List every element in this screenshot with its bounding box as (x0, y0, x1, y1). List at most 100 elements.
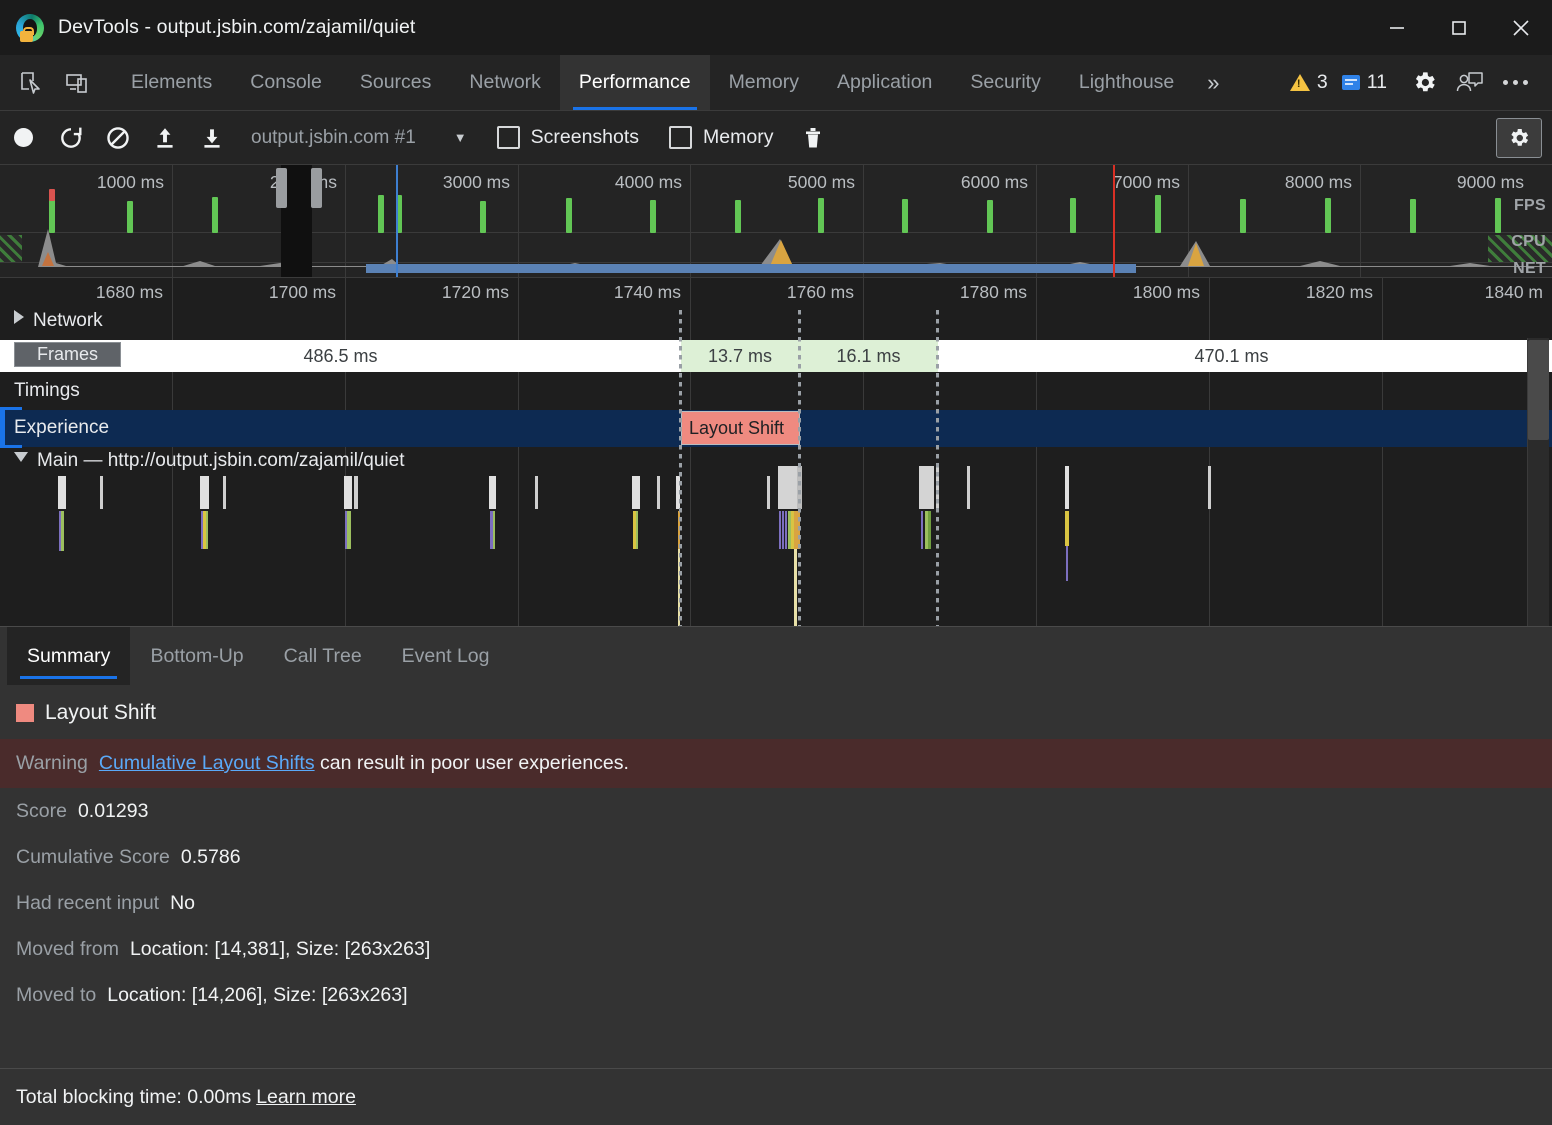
screenshots-checkbox[interactable]: Screenshots (497, 126, 639, 149)
overview-row-label-net: NET (1513, 260, 1546, 278)
dropdown-caret-icon[interactable]: ▼ (454, 130, 467, 145)
save-profile-download-icon[interactable] (188, 111, 235, 164)
tab-network[interactable]: Network (450, 55, 560, 110)
collapse-triangle-icon[interactable] (14, 452, 28, 462)
record-circle-icon[interactable] (0, 111, 47, 164)
gear-icon (1496, 118, 1542, 158)
chevron-double-right-icon[interactable]: » (1193, 55, 1233, 110)
ruler-tick: 1800 ms (1133, 282, 1209, 303)
event-title-text: Layout Shift (45, 701, 156, 725)
track-timings[interactable]: Timings (0, 374, 1552, 410)
detail-row-moved-from: Moved from Location: [14,381], Size: [26… (0, 926, 1552, 972)
frame-cell[interactable]: 13.7 ms (681, 340, 799, 372)
minimize-button[interactable] (1366, 0, 1428, 55)
tab-sources[interactable]: Sources (341, 55, 451, 110)
tab-call-tree[interactable]: Call Tree (264, 627, 382, 685)
tab-label: Elements (131, 71, 212, 94)
title-bar: DevTools - output.jsbin.com/zajamil/quie… (0, 0, 1552, 55)
reload-and-record-icon[interactable] (47, 111, 94, 164)
person-feedback-icon[interactable] (1447, 70, 1493, 96)
maximize-button[interactable] (1428, 0, 1490, 55)
clear-prohibited-icon[interactable] (94, 111, 141, 164)
tab-console[interactable]: Console (231, 55, 341, 110)
detail-row-cumulative-score: Cumulative Score 0.5786 (0, 834, 1552, 880)
tab-security[interactable]: Security (951, 55, 1059, 110)
track-selection-indicator (0, 410, 5, 447)
gear-icon[interactable] (1401, 69, 1447, 96)
detail-value: Location: [14,206], Size: [263x263] (107, 984, 407, 1007)
overview-selection-handle-left[interactable] (276, 168, 287, 208)
cumulative-layout-shifts-link[interactable]: Cumulative Layout Shifts (99, 752, 315, 774)
track-label-experience: Experience (14, 417, 109, 439)
track-selection-indicator-bottom (0, 445, 22, 448)
inspect-element-icon[interactable] (8, 55, 54, 110)
frame-cell[interactable]: 16.1 ms (799, 340, 938, 372)
load-profile-upload-icon[interactable] (141, 111, 188, 164)
tab-memory[interactable]: Memory (710, 55, 818, 110)
layout-shift-color-swatch (16, 704, 34, 722)
tab-application[interactable]: Application (818, 55, 951, 110)
message-count-badge[interactable]: 11 (1342, 71, 1387, 94)
checkbox-box (669, 126, 692, 149)
trash-icon[interactable] (789, 111, 836, 164)
warning-count-badge[interactable]: 3 (1290, 71, 1328, 94)
details-tabs: Summary Bottom-Up Call Tree Event Log (0, 627, 1552, 685)
profile-selector[interactable]: output.jsbin.com #1 (251, 127, 416, 149)
cpu-activity-graph (0, 219, 1552, 267)
timeline-overview[interactable]: 1000 ms 2000 ms 3000 ms 4000 ms 5000 ms … (0, 165, 1552, 278)
tab-bottom-up[interactable]: Bottom-Up (130, 627, 263, 685)
overview-selection-handle-right[interactable] (311, 168, 322, 208)
warning-triangle-icon (1290, 74, 1310, 91)
flame-chart-scrollbar-thumb[interactable] (1528, 340, 1549, 440)
devtools-window: DevTools - output.jsbin.com/zajamil/quie… (0, 0, 1552, 1125)
learn-more-link[interactable]: Learn more (256, 1086, 356, 1109)
tab-lighthouse[interactable]: Lighthouse (1060, 55, 1193, 110)
edge-devtools-logo-icon (16, 14, 44, 42)
tab-elements[interactable]: Elements (112, 55, 231, 110)
overview-playhead (396, 165, 398, 277)
tab-strip-actions: 3 11 (1290, 55, 1552, 110)
tab-label: Memory (729, 71, 799, 94)
network-overview-bar (366, 264, 1136, 273)
overview-tick: 7000 ms (1113, 172, 1188, 193)
timeline-ruler: 1680 ms 1700 ms 1720 ms 1740 ms 1760 ms … (0, 278, 1552, 306)
track-label-main: Main — http://output.jsbin.com/zajamil/q… (14, 450, 405, 472)
warning-text: can result in poor user experiences. (320, 752, 629, 774)
capture-settings-button[interactable] (1496, 118, 1542, 158)
warning-count: 3 (1317, 71, 1328, 94)
tab-performance[interactable]: Performance (560, 55, 710, 110)
detail-value: Location: [14,381], Size: [263x263] (130, 938, 430, 961)
close-button[interactable] (1490, 0, 1552, 55)
tab-event-log[interactable]: Event Log (382, 627, 510, 685)
tab-label: Console (250, 71, 322, 94)
overview-tick: 8000 ms (1285, 172, 1360, 193)
track-network[interactable]: Network (0, 310, 1552, 342)
screenshots-label: Screenshots (531, 126, 639, 149)
overview-marker-line (1113, 165, 1115, 277)
memory-label: Memory (703, 126, 773, 149)
frame-cell[interactable]: 470.1 ms (938, 340, 1525, 372)
expand-triangle-icon[interactable] (14, 310, 24, 324)
layout-shift-event[interactable]: Layout Shift (681, 411, 800, 445)
total-blocking-time: Total blocking time: 0.00ms (16, 1086, 251, 1109)
track-label-frames: Frames (14, 342, 121, 367)
event-title: Layout Shift (0, 685, 1552, 739)
memory-checkbox[interactable]: Memory (669, 126, 773, 149)
ellipsis-icon[interactable] (1493, 80, 1538, 85)
detail-value: 0.01293 (78, 800, 149, 823)
devtools-tab-strip: Elements Console Sources Network Perform… (0, 55, 1552, 111)
tab-summary[interactable]: Summary (7, 627, 130, 685)
detail-row-moved-to: Moved to Location: [14,206], Size: [263x… (0, 972, 1552, 1018)
track-main[interactable]: Main — http://output.jsbin.com/zajamil/q… (0, 450, 1552, 482)
details-pane: Summary Bottom-Up Call Tree Event Log La… (0, 626, 1552, 1125)
timeline-flame-chart[interactable]: 1680 ms 1700 ms 1720 ms 1740 ms 1760 ms … (0, 278, 1552, 626)
ruler-tick: 1760 ms (787, 282, 863, 303)
overview-tick: 1000 ms (97, 172, 172, 193)
performance-toolbar: output.jsbin.com #1 ▼ Screenshots Memory (0, 111, 1552, 165)
window-title: DevTools - output.jsbin.com/zajamil/quie… (58, 16, 415, 39)
device-toolbar-icon[interactable] (54, 55, 100, 110)
detail-row-had-recent-input: Had recent input No (0, 880, 1552, 926)
ruler-tick: 1740 ms (614, 282, 690, 303)
warning-label: Warning (16, 752, 88, 775)
track-frames[interactable]: 486.5 ms 13.7 ms 16.1 ms 470.1 ms (0, 340, 1552, 372)
